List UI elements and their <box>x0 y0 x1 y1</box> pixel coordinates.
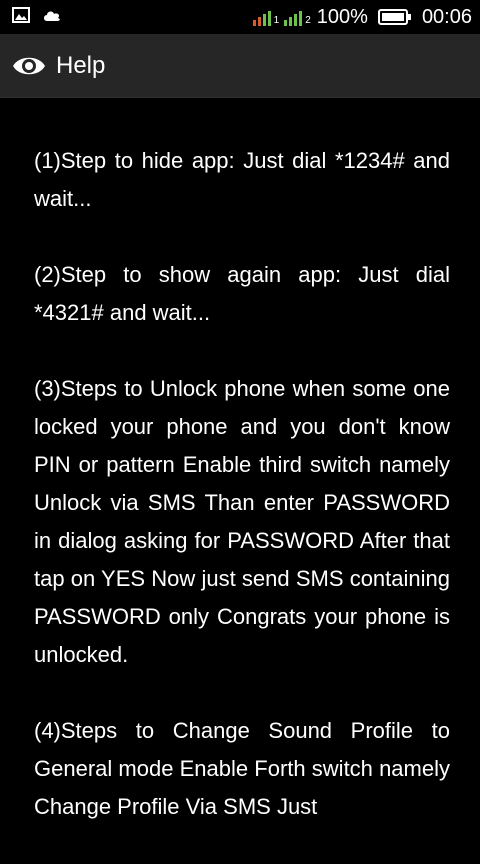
help-paragraph-2: (2)Step to show again app: Just dial *43… <box>34 262 450 325</box>
status-indicators: 1 2 100% 00:06 <box>252 5 472 29</box>
page-title: Help <box>56 51 106 79</box>
help-paragraph-3: (3)Steps to Unlock phone when some one l… <box>34 376 450 667</box>
help-paragraph-1: (1)Step to hide app: Just dial *1234# an… <box>34 148 450 211</box>
eye-icon[interactable] <box>12 49 46 83</box>
battery-fill <box>381 13 404 21</box>
status-notifications <box>12 6 62 28</box>
status-bar: 1 2 100% 00:06 <box>0 0 480 34</box>
battery-icon <box>377 9 411 25</box>
help-paragraph-4: (4)Steps to Change Sound Profile to Gene… <box>34 718 450 819</box>
help-content: (1)Step to hide app: Just dial *1234# an… <box>34 142 450 864</box>
battery-percent: 100% <box>316 5 368 28</box>
sim1-label: 1 <box>273 15 280 26</box>
action-bar: Help <box>0 34 480 98</box>
clock: 00:06 <box>421 5 472 28</box>
sim2-label: 2 <box>305 15 311 26</box>
signal-icon: 1 2 <box>252 8 311 26</box>
image-icon <box>12 6 30 28</box>
cloud-icon <box>42 8 62 27</box>
